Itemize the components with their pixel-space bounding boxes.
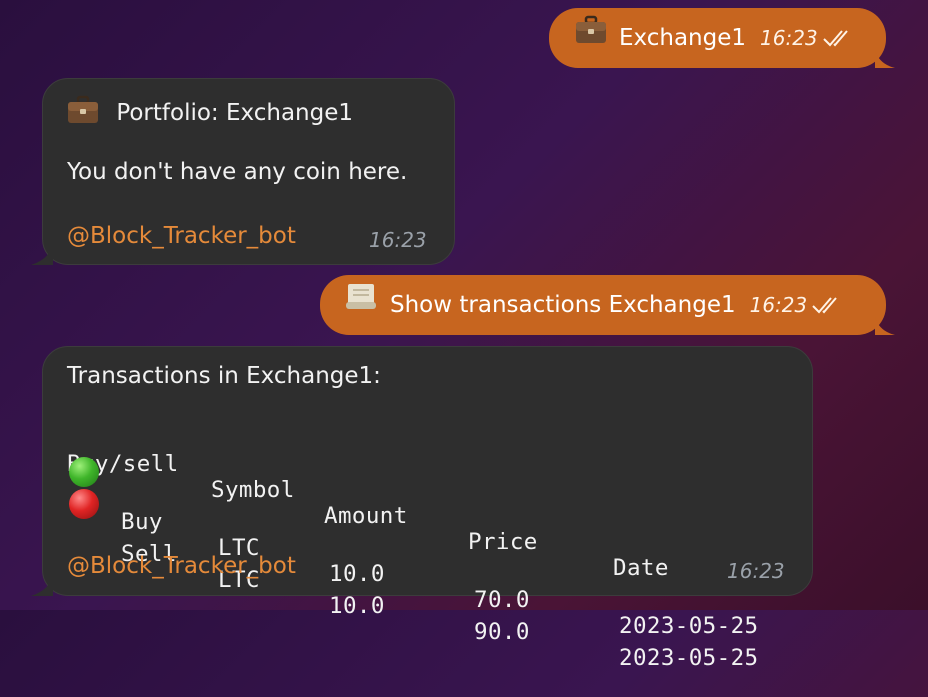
bot-mention-link[interactable]: @Block_Tracker_bot xyxy=(67,553,296,579)
message-text: Exchange1 xyxy=(619,25,747,51)
message-time: 16:23 xyxy=(727,559,785,583)
row-amount: 10.0 xyxy=(329,593,385,619)
transactions-title: Transactions in Exchange1: xyxy=(67,363,381,389)
scroll-icon xyxy=(344,275,378,335)
outgoing-message-show-transactions[interactable]: Show transactions Exchange1 16:23 xyxy=(320,275,895,335)
message-time: 16:23 xyxy=(760,26,818,50)
double-check-icon xyxy=(822,30,848,47)
green-circle-icon xyxy=(69,457,99,487)
briefcase-icon xyxy=(575,8,607,68)
row-price: 90.0 xyxy=(474,619,530,645)
header-price: Price xyxy=(468,529,538,555)
portfolio-body: You don't have any coin here. xyxy=(67,159,408,185)
briefcase-icon xyxy=(67,95,99,131)
message-meta: 16:23 xyxy=(750,275,842,335)
double-check-icon xyxy=(812,297,838,314)
bubble-tail xyxy=(875,317,895,335)
bot-mention-link[interactable]: @Block_Tracker_bot xyxy=(67,223,296,249)
portfolio-title: Portfolio: Exchange1 xyxy=(116,100,354,126)
row-price: 70.0 xyxy=(474,587,530,613)
row-amount: 10.0 xyxy=(329,561,385,587)
table-row: Buy LTC 10.0 70.0 2023-05-25 xyxy=(67,457,807,639)
message-time: 16:23 xyxy=(369,228,427,252)
red-circle-icon xyxy=(69,489,99,519)
row-date: 2023-05-25 xyxy=(619,645,759,671)
bubble-tail xyxy=(875,50,895,68)
message-time: 16:23 xyxy=(749,293,808,317)
portfolio-title-line: Portfolio: Exchange1 xyxy=(67,95,353,131)
message-text: Show transactions Exchange1 xyxy=(390,292,736,318)
bubble-tail xyxy=(31,245,53,265)
incoming-message-portfolio[interactable]: Portfolio: Exchange1 You don't have any … xyxy=(31,78,455,265)
message-meta: 16:23 xyxy=(760,8,852,68)
bubble-tail xyxy=(31,576,53,596)
header-date: Date xyxy=(613,555,669,581)
row-date: 2023-05-25 xyxy=(619,613,759,639)
outgoing-message-exchange1[interactable]: Exchange1 16:23 xyxy=(549,8,895,68)
incoming-message-transactions[interactable]: Transactions in Exchange1: Buy/sell Symb… xyxy=(31,346,813,671)
table-row: Sell LTC 10.0 90.0 2023-05-25 xyxy=(67,489,807,671)
